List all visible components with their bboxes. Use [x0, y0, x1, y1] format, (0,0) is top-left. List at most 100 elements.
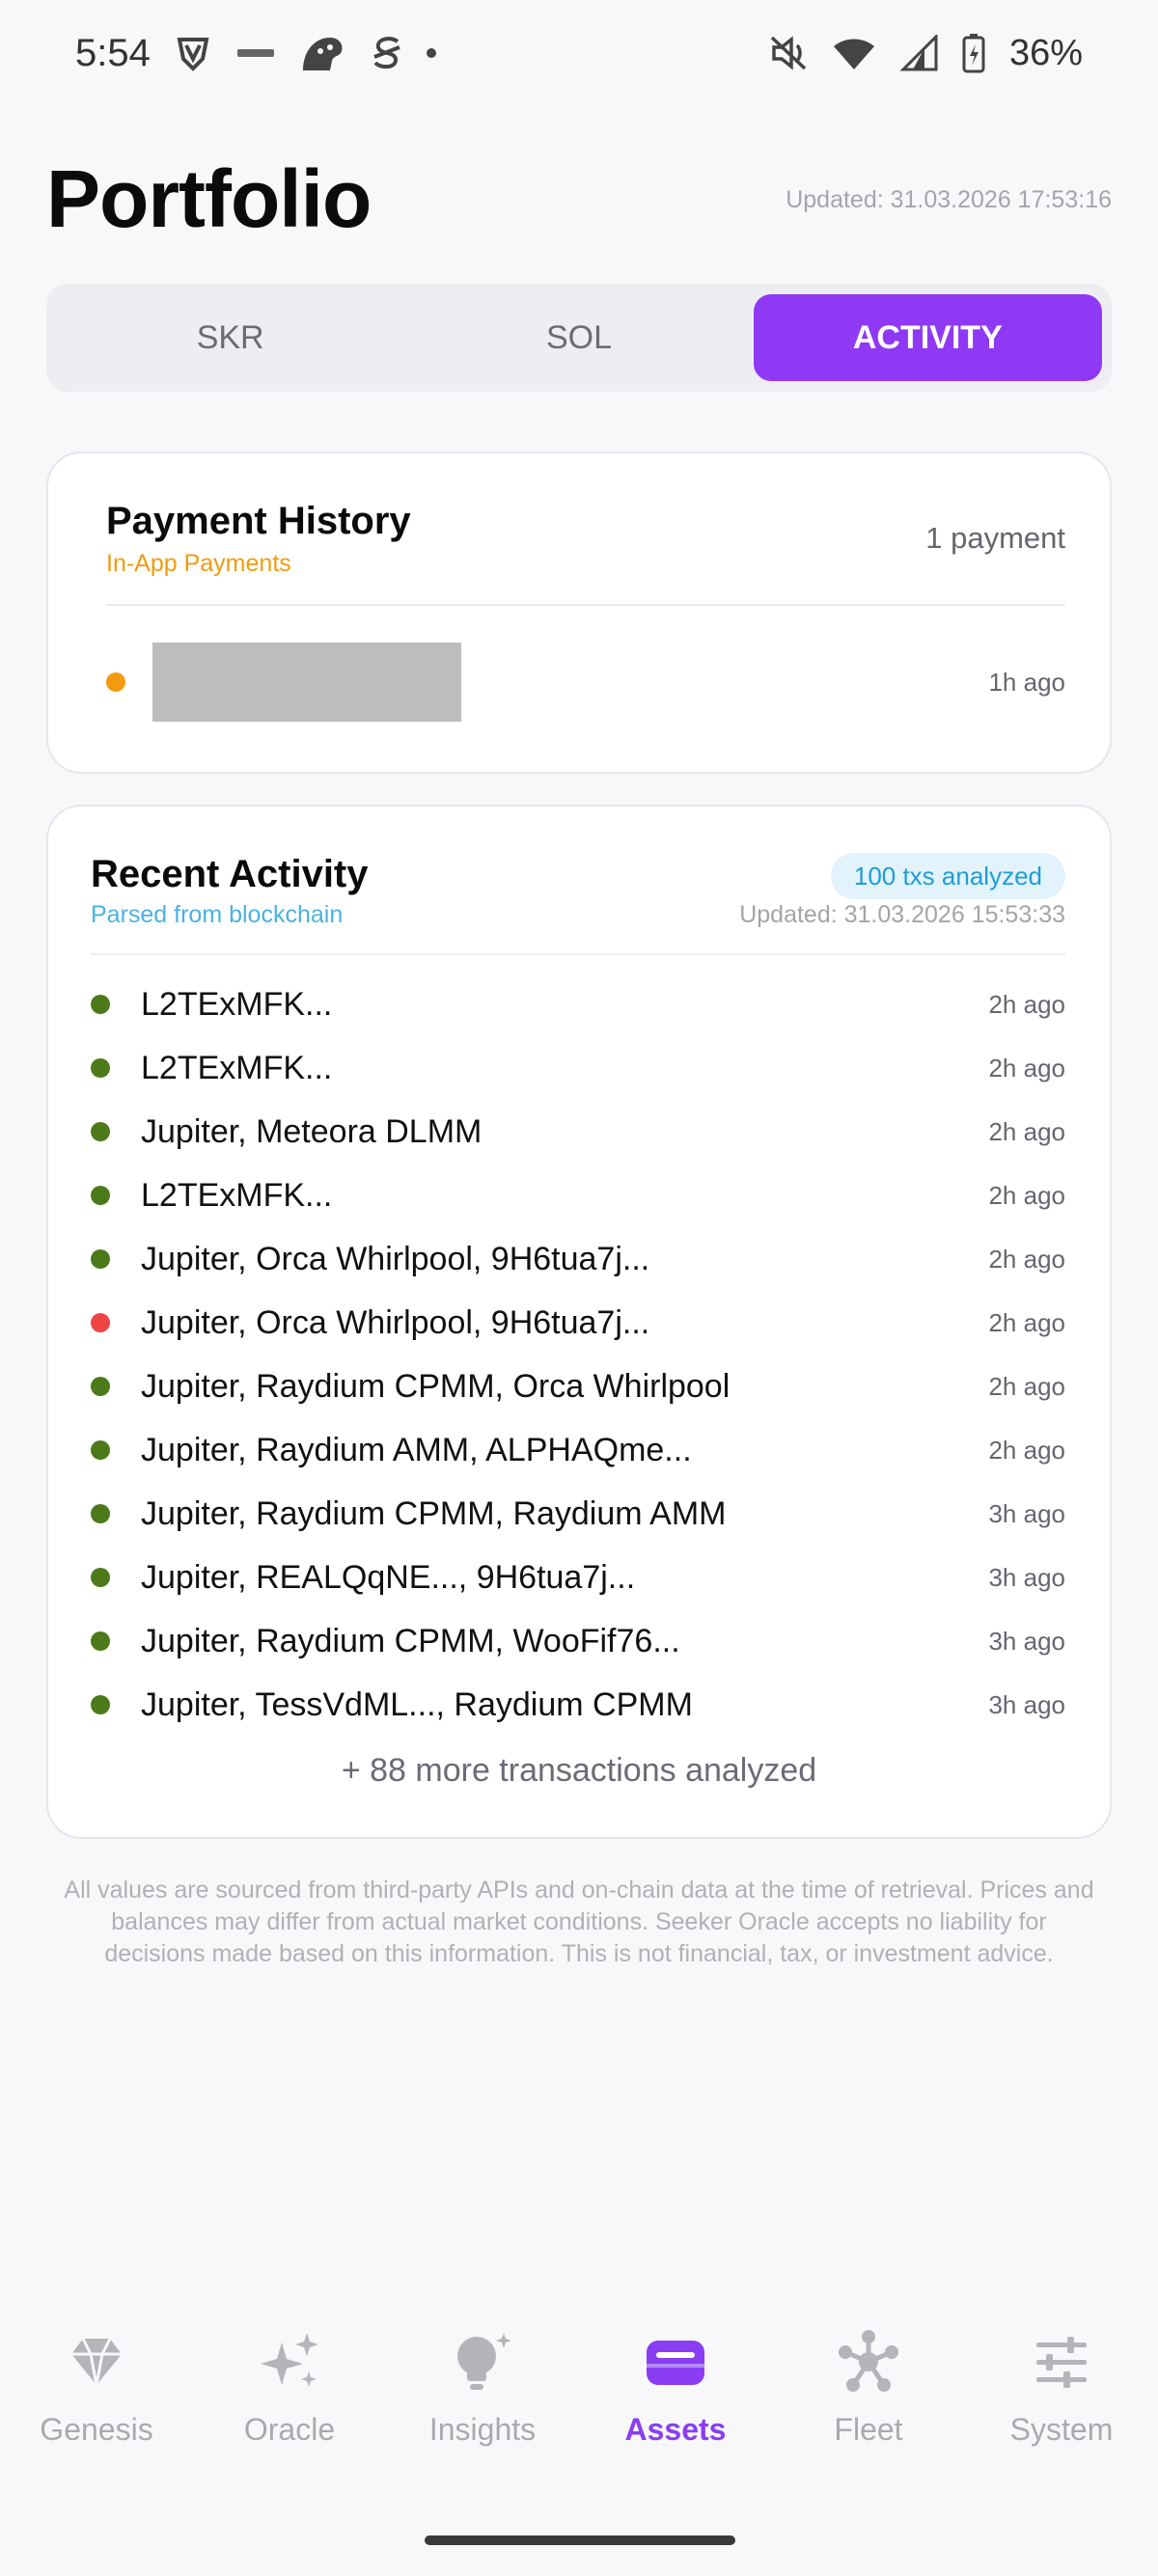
transaction-row[interactable]: Jupiter, Raydium CPMM, Raydium AMM 3h ag…	[91, 1482, 1065, 1546]
transaction-time: 2h ago	[988, 1244, 1065, 1274]
transaction-row[interactable]: Jupiter, Raydium CPMM, Orca Whirlpool 2h…	[91, 1355, 1065, 1418]
nav-system[interactable]: System	[965, 2296, 1158, 2489]
transaction-label: Jupiter, Orca Whirlpool, 9H6tua7j...	[141, 1303, 650, 1341]
activity-updated-timestamp: Updated: 31.03.2026 15:53:33	[739, 901, 1065, 928]
transaction-row[interactable]: L2TExMFK... 2h ago	[91, 1164, 1065, 1227]
transaction-label: Jupiter, Meteora DLMM	[141, 1112, 482, 1150]
transaction-row[interactable]: Jupiter, Meteora DLMM 2h ago	[91, 1100, 1065, 1164]
transaction-label: L2TExMFK...	[141, 1176, 333, 1214]
payment-history-title: Payment History	[106, 500, 411, 542]
transaction-time: 3h ago	[988, 1562, 1065, 1592]
status-dot	[91, 1504, 110, 1523]
status-dot	[91, 1440, 110, 1460]
more-transactions-link[interactable]: + 88 more transactions analyzed	[48, 1752, 1110, 1790]
battery-percent: 36%	[1008, 32, 1083, 73]
transaction-row[interactable]: Jupiter, Raydium AMM, ALPHAQme... 2h ago	[91, 1418, 1065, 1482]
status-dot	[91, 1631, 110, 1651]
portfolio-tabs: SKR SOL ACTIVITY	[46, 284, 1112, 392]
status-dot	[91, 1377, 110, 1396]
transaction-label: L2TExMFK...	[141, 1049, 333, 1086]
transaction-label: Jupiter, Raydium CPMM, WooFif76...	[141, 1622, 680, 1659]
updated-timestamp: Updated: 31.03.2026 17:53:16	[786, 186, 1112, 213]
mobile-brand-icon	[235, 43, 276, 63]
status-time: 5:54	[75, 31, 151, 74]
transaction-label: Jupiter, Orca Whirlpool, 9H6tua7j...	[141, 1240, 650, 1277]
transaction-label: L2TExMFK...	[141, 985, 333, 1023]
status-bar: 5:54 36%	[0, 0, 1158, 106]
transaction-row[interactable]: Jupiter, Raydium CPMM, WooFif76... 3h ag…	[91, 1609, 1065, 1673]
transaction-label: Jupiter, REALQqNE..., 9H6tua7j...	[141, 1558, 636, 1596]
status-dot	[91, 1249, 110, 1269]
transaction-list: L2TExMFK... 2h ago L2TExMFK... 2h ago Ju…	[91, 973, 1065, 1737]
home-indicator[interactable]	[425, 2535, 735, 2545]
status-bar-right: 36%	[768, 33, 1083, 74]
nav-oracle[interactable]: Oracle	[193, 2296, 386, 2489]
tab-sol[interactable]: SOL	[404, 294, 753, 381]
dino-icon	[299, 32, 347, 74]
transaction-label: Jupiter, Raydium CPMM, Orca Whirlpool	[141, 1367, 731, 1405]
tab-activity[interactable]: ACTIVITY	[753, 294, 1102, 381]
payment-history-card: Payment History In-App Payments 1 paymen…	[46, 452, 1112, 774]
mute-icon	[768, 34, 809, 72]
nav-genesis[interactable]: Genesis	[0, 2296, 193, 2489]
nav-label: Genesis	[40, 2412, 153, 2447]
divider	[106, 604, 1065, 606]
transaction-time: 2h ago	[988, 989, 1065, 1019]
nav-label: Fleet	[834, 2412, 903, 2447]
shield-v-icon	[174, 34, 212, 72]
signal-icon	[899, 35, 938, 71]
transaction-label: Jupiter, TessVdML..., Raydium CPMM	[141, 1685, 693, 1723]
redacted-payment-label	[152, 643, 461, 722]
payment-status-dot	[106, 672, 125, 692]
status-dot	[91, 1058, 110, 1078]
tab-skr[interactable]: SKR	[56, 294, 404, 381]
transaction-time: 3h ago	[988, 1626, 1065, 1656]
nav-label: Insights	[428, 2412, 537, 2447]
recent-activity-title: Recent Activity	[91, 853, 369, 895]
status-dot	[91, 1122, 110, 1141]
status-dot	[91, 995, 110, 1014]
disclaimer-text: All values are sourced from third-party …	[64, 1877, 1094, 1967]
sparkles-icon	[255, 2327, 324, 2397]
page-title: Portfolio	[46, 153, 372, 244]
txs-analyzed-badge: 100 txs analyzed	[830, 853, 1065, 899]
transaction-row[interactable]: L2TExMFK... 2h ago	[91, 1036, 1065, 1100]
payment-count: 1 payment	[925, 521, 1065, 555]
nav-insights[interactable]: Insights	[386, 2296, 579, 2489]
transaction-time: 2h ago	[988, 1435, 1065, 1465]
divider	[91, 953, 1065, 955]
transaction-time: 2h ago	[988, 1116, 1065, 1146]
transaction-row[interactable]: Jupiter, TessVdML..., Raydium CPMM 3h ag…	[91, 1673, 1065, 1737]
nav-label: System	[1009, 2412, 1114, 2447]
sliders-icon	[1027, 2327, 1096, 2397]
transaction-time: 2h ago	[988, 1180, 1065, 1210]
transaction-row[interactable]: Jupiter, REALQqNE..., 9H6tua7j... 3h ago	[91, 1546, 1065, 1609]
nav-label: Oracle	[243, 2412, 336, 2447]
transaction-row[interactable]: Jupiter, Orca Whirlpool, 9H6tua7j... 2h …	[91, 1291, 1065, 1355]
nav-fleet[interactable]: Fleet	[772, 2296, 965, 2489]
bottom-nav: Genesis Oracle Insights Assets Fleet Sys…	[0, 2296, 1158, 2489]
lightbulb-icon	[448, 2327, 517, 2397]
payment-history-subtitle: In-App Payments	[106, 550, 291, 577]
status-dot	[91, 1695, 110, 1714]
nav-label: Assets	[624, 2412, 727, 2447]
wifi-icon	[832, 35, 876, 71]
recent-activity-card: Recent Activity Parsed from blockchain 1…	[46, 805, 1112, 1839]
transaction-row[interactable]: L2TExMFK... 2h ago	[91, 973, 1065, 1036]
battery-icon	[961, 33, 986, 73]
status-dot	[91, 1568, 110, 1587]
payment-row[interactable]: 1h ago	[106, 643, 1065, 722]
transaction-time: 3h ago	[988, 1689, 1065, 1719]
network-icon	[834, 2327, 903, 2397]
recent-activity-subtitle: Parsed from blockchain	[91, 901, 344, 928]
strike-s-icon	[371, 34, 403, 72]
wallet-icon	[641, 2327, 710, 2397]
transaction-time: 3h ago	[988, 1498, 1065, 1528]
notification-dot-icon	[426, 48, 436, 58]
status-bar-left: 5:54	[75, 32, 436, 75]
transaction-row[interactable]: Jupiter, Orca Whirlpool, 9H6tua7j... 2h …	[91, 1227, 1065, 1291]
status-dot-failed	[91, 1313, 110, 1332]
nav-assets[interactable]: Assets	[579, 2296, 772, 2489]
payment-time: 1h ago	[988, 667, 1065, 697]
gem-icon	[62, 2327, 131, 2397]
